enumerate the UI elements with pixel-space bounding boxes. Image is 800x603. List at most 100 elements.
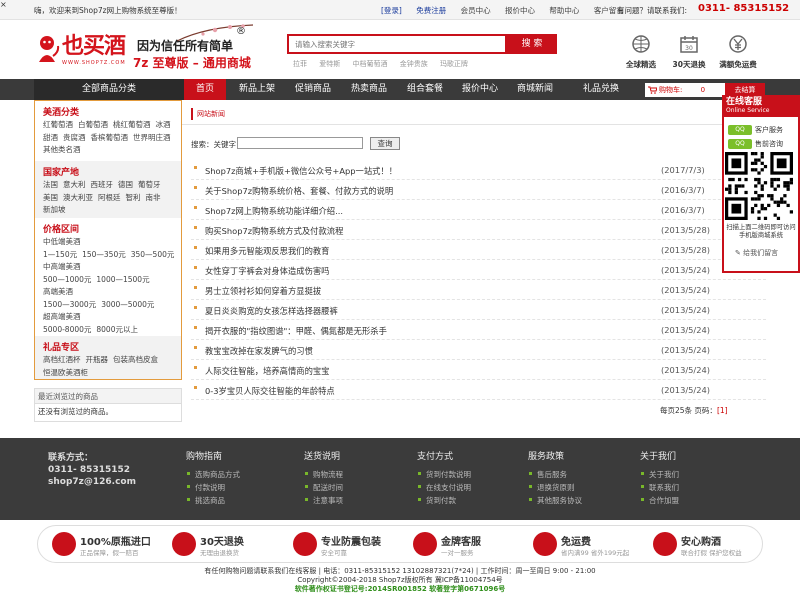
footer-link[interactable]: 售后服务	[528, 468, 582, 481]
category-link[interactable]: 西班牙	[91, 180, 114, 189]
news-title[interactable]: 女性穿丁字裤会对身体造成伤害吗	[205, 265, 329, 277]
footer-link[interactable]: 关于我们	[640, 468, 679, 481]
category-link[interactable]: 1500—3000元	[43, 300, 96, 309]
news-title[interactable]: 夏日炎炎购宽的女孩怎样选择器腰裤	[205, 305, 338, 317]
footer-link[interactable]: 在线支付说明	[417, 481, 471, 494]
page-link[interactable]: [1]	[717, 406, 728, 415]
search-button[interactable]: 搜 索	[507, 34, 557, 54]
category-link[interactable]: 高档红酒杯	[43, 355, 81, 364]
footer-link[interactable]: 挑选商品	[186, 494, 240, 507]
category-link[interactable]: 智利	[126, 193, 141, 202]
footer-link[interactable]: 选购商品方式	[186, 468, 240, 481]
all-categories-button[interactable]: 全部商品分类	[34, 79, 184, 100]
news-item[interactable]: Shop7z商城+手机版+微信公众号+App一站式！！ (2017/7/3)	[191, 160, 766, 180]
category-link[interactable]: 葡萄牙	[138, 180, 161, 189]
category-link[interactable]: 白葡萄酒	[78, 120, 108, 129]
category-link[interactable]: 澳大利亚	[63, 193, 93, 202]
quote-center-link[interactable]: 报价中心	[505, 6, 535, 15]
footer-link[interactable]: 购物流程	[304, 468, 343, 481]
news-title[interactable]: 男士立领衬衫如何穿着方显挺拔	[205, 285, 321, 297]
news-item[interactable]: 如果用多元智能观反思我们的教育 (2013/5/28)	[191, 240, 766, 260]
category-link[interactable]: 南非	[146, 193, 161, 202]
news-title[interactable]: 如果用多元智能观反思我们的教育	[205, 245, 329, 257]
category-link[interactable]: 350—500元	[131, 250, 175, 259]
news-title[interactable]: 揭开衣服的"指纹图谱"：甲醛、偶氮都是无形杀手	[205, 325, 387, 337]
nav-quote-center[interactable]: 报价中心	[453, 79, 507, 100]
footer-link[interactable]: 其他服务协议	[528, 494, 582, 507]
footer-link[interactable]: 付款说明	[186, 481, 240, 494]
hot-keyword[interactable]: 拉菲	[293, 60, 307, 68]
news-item[interactable]: 教宝宝改掉在家发脾气的习惯 (2013/5/24)	[191, 340, 766, 360]
category-link[interactable]: 德国	[118, 180, 133, 189]
category-link[interactable]: 新加坡	[43, 205, 66, 214]
register-link[interactable]: 免费注册	[416, 6, 446, 15]
contact-email[interactable]: shop7z@126.com	[48, 476, 136, 488]
leave-message-link[interactable]: ✎ 给我们留言	[735, 248, 778, 258]
footer-link[interactable]: 货到付款说明	[417, 468, 471, 481]
news-title[interactable]: 0-3岁宝贝人际交往智能的年龄特点	[205, 385, 335, 397]
category-link[interactable]: 美国	[43, 193, 58, 202]
news-item[interactable]: 女性穿丁字裤会对身体造成伤害吗 (2013/5/24)	[191, 260, 766, 280]
category-link[interactable]: 恒温欧美酒柜	[43, 368, 88, 377]
query-button[interactable]: 查询	[370, 137, 400, 150]
news-item[interactable]: 0-3岁宝贝人际交往智能的年龄特点 (2013/5/24)	[191, 380, 766, 400]
nav-gift-exchange[interactable]: 礼品兑换	[574, 79, 628, 100]
category-title[interactable]: 美酒分类	[35, 101, 181, 119]
category-link[interactable]: 意大利	[63, 180, 86, 189]
qq-presales[interactable]: QQ 售前咨询	[728, 139, 783, 151]
category-title[interactable]: 国家产地	[35, 161, 181, 179]
news-item[interactable]: 男士立领衬衫如何穿着方显挺拔 (2013/5/24)	[191, 280, 766, 300]
news-title[interactable]: 关于Shop7z购物系统价格、套餐、付款方式的说明	[205, 185, 393, 197]
nav-home[interactable]: 首页	[184, 79, 226, 100]
news-item[interactable]: 人际交往智能，培养高情商的宝宝 (2013/5/24)	[191, 360, 766, 380]
site-logo[interactable]: 也买酒	[62, 28, 126, 60]
hot-keyword[interactable]: 爱特斯	[319, 60, 340, 68]
hot-keyword[interactable]: 玛歌正牌	[440, 60, 468, 68]
member-center-link[interactable]: 会员中心	[461, 6, 491, 15]
cart-widget[interactable]: 购物车: 0	[645, 83, 725, 97]
news-title[interactable]: Shop7z网上购物系统功能详细介绍...	[205, 205, 343, 217]
category-link[interactable]: 包装高档皮盒	[113, 355, 158, 364]
help-center-link[interactable]: 帮助中心	[549, 6, 579, 15]
qq-customer-service[interactable]: QQ 客户服务	[728, 125, 783, 137]
category-title[interactable]: 价格区间	[35, 218, 181, 236]
nav-promotions[interactable]: 促销商品	[286, 79, 340, 100]
hot-keyword[interactable]: 中档葡萄酒	[352, 60, 387, 68]
category-link[interactable]: 阿根廷	[98, 193, 121, 202]
category-link[interactable]: 世界明庄酒	[133, 133, 171, 142]
nav-bundles[interactable]: 组合套餐	[398, 79, 452, 100]
footer-link[interactable]: 货到付款	[417, 494, 471, 507]
news-title[interactable]: 购买Shop7z购物系统方式及付款流程	[205, 225, 343, 237]
footer-link[interactable]: 退换货原则	[528, 481, 582, 494]
hot-keyword[interactable]: 金钟贵族	[400, 60, 428, 68]
category-link[interactable]: 1—150元	[43, 250, 77, 259]
keyword-input[interactable]	[237, 137, 363, 149]
category-link[interactable]: 甜酒	[43, 133, 58, 142]
close-icon[interactable]: ×	[0, 0, 7, 9]
category-link[interactable]: 法国	[43, 180, 58, 189]
footer-link[interactable]: 注意事项	[304, 494, 343, 507]
footer-link[interactable]: 合作加盟	[640, 494, 679, 507]
category-link[interactable]: 3000—5000元	[101, 300, 154, 309]
nav-hot-sales[interactable]: 热卖商品	[342, 79, 396, 100]
footer-link[interactable]: 联系我们	[640, 481, 679, 494]
news-title[interactable]: Shop7z商城+手机版+微信公众号+App一站式！！	[205, 165, 397, 177]
nav-new-arrivals[interactable]: 新品上架	[230, 79, 284, 100]
search-input[interactable]	[289, 36, 505, 52]
category-link[interactable]: 其他类名酒	[43, 145, 81, 154]
news-item[interactable]: Shop7z网上购物系统功能详细介绍... (2016/3/7)	[191, 200, 766, 220]
nav-mall-news[interactable]: 商城新闻	[508, 79, 562, 100]
news-item[interactable]: 夏日炎炎购宽的女孩怎样选择器腰裤 (2013/5/24)	[191, 300, 766, 320]
category-link[interactable]: 冰酒	[156, 120, 171, 129]
news-item[interactable]: 揭开衣服的"指纹图谱"：甲醛、偶氮都是无形杀手 (2013/5/24)	[191, 320, 766, 340]
category-link[interactable]: 桃红葡萄酒	[113, 120, 151, 129]
category-link[interactable]: 香槟葡萄酒	[91, 133, 129, 142]
category-link[interactable]: 150—350元	[82, 250, 126, 259]
news-title[interactable]: 人际交往智能，培养高情商的宝宝	[205, 365, 329, 377]
news-item[interactable]: 购买Shop7z购物系统方式及付款流程 (2013/5/28)	[191, 220, 766, 240]
category-link[interactable]: 1000—1500元	[96, 275, 149, 284]
category-title[interactable]: 礼品专区	[35, 336, 181, 354]
footer-link[interactable]: 配送时间	[304, 481, 343, 494]
news-tab[interactable]: 网站新闻	[191, 108, 231, 120]
category-link[interactable]: 5000-8000元	[43, 325, 91, 334]
